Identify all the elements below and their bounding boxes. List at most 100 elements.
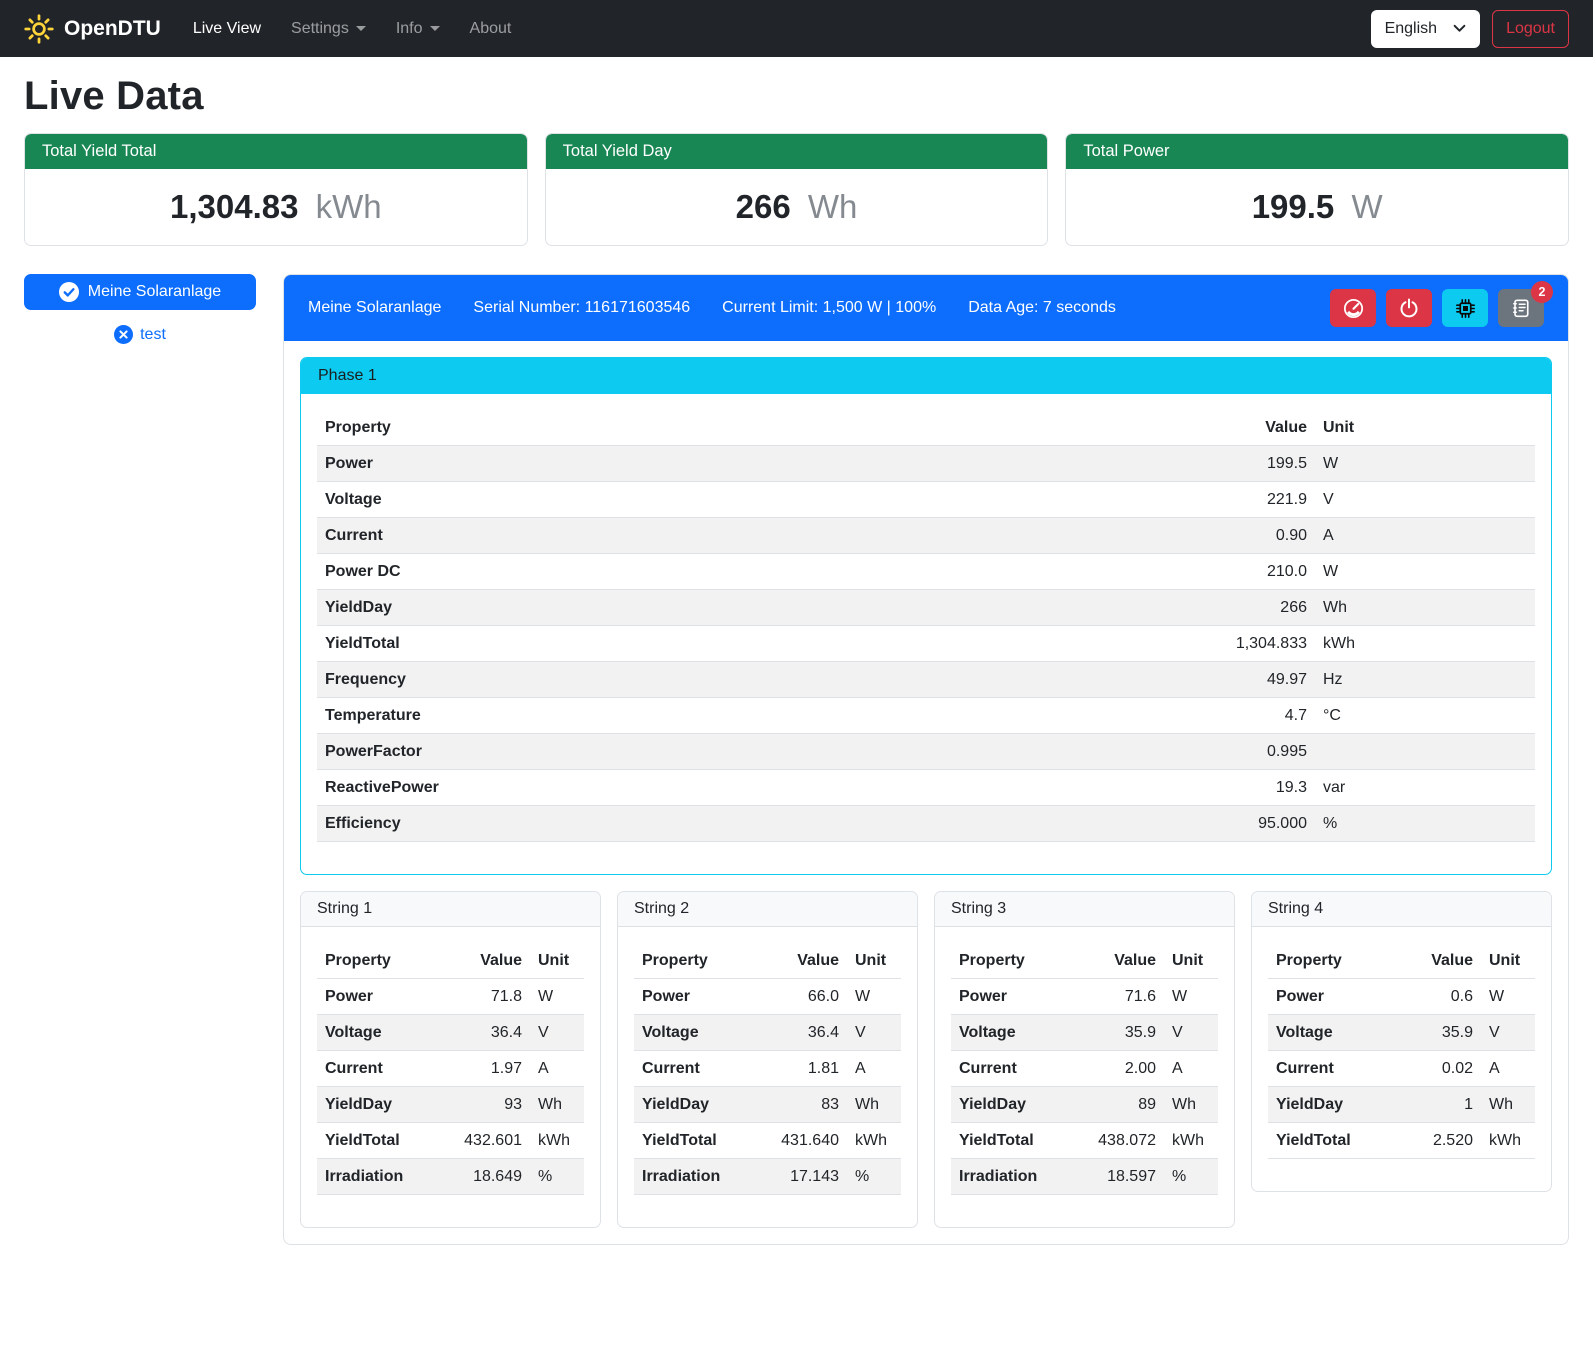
column-header-value: Value [1407,943,1481,979]
summary-card-title: Total Yield Total [25,134,527,169]
table-row: Current1.97A [317,1051,584,1087]
value-cell: 36.4 [456,1015,530,1051]
column-header-value: Value [1090,943,1164,979]
table-header-row: Property Value Unit [1268,943,1535,979]
logout-button[interactable]: Logout [1492,10,1569,48]
phase-panel-title: Phase 1 [301,358,1551,394]
value-cell: 221.9 [1048,482,1315,518]
inverter-limit: Current Limit: 1,500 W | 100% [722,299,936,317]
unit-cell: kWh [1481,1123,1535,1159]
table-row: YieldDay89Wh [951,1087,1218,1123]
value-cell: 4.7 [1048,698,1315,734]
inverter-title: Meine Solaranlage [308,299,441,317]
table-row: YieldTotal1,304.833kWh [317,626,1535,662]
column-header-value: Value [456,943,530,979]
table-row: ReactivePower19.3var [317,770,1535,806]
summary-card-total-yield-day: Total Yield Day 266 Wh [545,133,1049,246]
string-card-title: String 3 [935,892,1234,927]
value-cell: 93 [456,1087,530,1123]
caret-down-icon [356,26,366,31]
table-row: YieldDay1Wh [1268,1087,1535,1123]
property-cell: Irradiation [951,1159,1090,1195]
table-row: Irradiation17.143% [634,1159,901,1195]
limit-settings-button[interactable] [1330,289,1376,327]
nav-item-label: Settings [291,20,349,38]
property-cell: Temperature [317,698,1048,734]
value-cell: 49.97 [1048,662,1315,698]
column-header-unit: Unit [847,943,901,979]
value-cell: 2.520 [1407,1123,1481,1159]
property-cell: Power [951,979,1090,1015]
value-cell: 432.601 [456,1123,530,1159]
unit-cell: % [1315,806,1535,842]
nav-item-about[interactable]: About [470,20,512,38]
unit-cell: Wh [1315,590,1535,626]
unit-cell: W [530,979,584,1015]
page-container: Live Data Total Yield Total 1,304.83 kWh… [0,74,1593,1261]
string-table: Property Value Unit Power66.0WVoltage36.… [634,943,901,1195]
unit-cell: A [1164,1051,1218,1087]
property-cell: Power [317,446,1048,482]
brand[interactable]: OpenDTU [24,14,161,44]
property-cell: Frequency [317,662,1048,698]
string-table: Property Value Unit Power71.8WVoltage36.… [317,943,584,1195]
inverter-data-age: Data Age: 7 seconds [968,299,1116,317]
value-cell: 66.0 [773,979,847,1015]
property-cell: Voltage [951,1015,1090,1051]
nav-item-live-view[interactable]: Live View [193,20,261,38]
table-row: YieldTotal431.640kWh [634,1123,901,1159]
summary-card-unit: Wh [808,188,858,225]
language-select[interactable]: English [1371,10,1480,48]
unit-cell: V [847,1015,901,1051]
property-cell: Voltage [317,1015,456,1051]
unit-cell: kWh [1164,1123,1218,1159]
inverter-select-link-test[interactable]: test [24,325,256,344]
unit-cell: Hz [1315,662,1535,698]
unit-cell: V [1164,1015,1218,1051]
inverter-button-label: Meine Solaranlage [88,283,221,301]
nav-item-settings[interactable]: Settings [291,20,366,38]
table-row: Voltage35.9V [1268,1015,1535,1051]
string-card-title: String 2 [618,892,917,927]
column-header-unit: Unit [1481,943,1535,979]
table-row: Voltage36.4V [634,1015,901,1051]
table-row: YieldTotal438.072kWh [951,1123,1218,1159]
unit-cell: A [530,1051,584,1087]
property-cell: YieldTotal [1268,1123,1407,1159]
table-row: YieldDay83Wh [634,1087,901,1123]
unit-cell: W [1481,979,1535,1015]
value-cell: 438.072 [1090,1123,1164,1159]
table-row: YieldDay93Wh [317,1087,584,1123]
nav-item-info[interactable]: Info [396,20,440,38]
inverter-card: Meine Solaranlage Serial Number: 1161716… [283,274,1569,1245]
property-cell: ReactivePower [317,770,1048,806]
table-header-row: Property Value Unit [634,943,901,979]
power-button[interactable] [1386,289,1432,327]
x-circle-icon [114,325,133,344]
property-cell: Current [1268,1051,1407,1087]
value-cell: 17.143 [773,1159,847,1195]
column-header-property: Property [1268,943,1407,979]
unit-cell: A [1315,518,1535,554]
property-cell: Irradiation [634,1159,773,1195]
value-cell: 2.00 [1090,1051,1164,1087]
inverter-select-button-meine-solaranlage[interactable]: Meine Solaranlage [24,274,256,310]
nav-links: Live View Settings Info About [193,20,512,38]
column-header-property: Property [634,943,773,979]
property-cell: Current [634,1051,773,1087]
page-title: Live Data [24,74,1569,119]
property-cell: Current [951,1051,1090,1087]
inverter-serial: Serial Number: 116171603546 [473,299,690,317]
column-header-property: Property [951,943,1090,979]
event-log-button[interactable]: 2 [1498,289,1544,327]
value-cell: 0.995 [1048,734,1315,770]
device-info-button[interactable] [1442,289,1488,327]
property-cell: YieldTotal [317,626,1048,662]
summary-card-unit: W [1351,188,1382,225]
property-cell: Power DC [317,554,1048,590]
table-row: Voltage35.9V [951,1015,1218,1051]
table-row: Current2.00A [951,1051,1218,1087]
table-row: Power0.6W [1268,979,1535,1015]
property-cell: PowerFactor [317,734,1048,770]
property-cell: Power [1268,979,1407,1015]
